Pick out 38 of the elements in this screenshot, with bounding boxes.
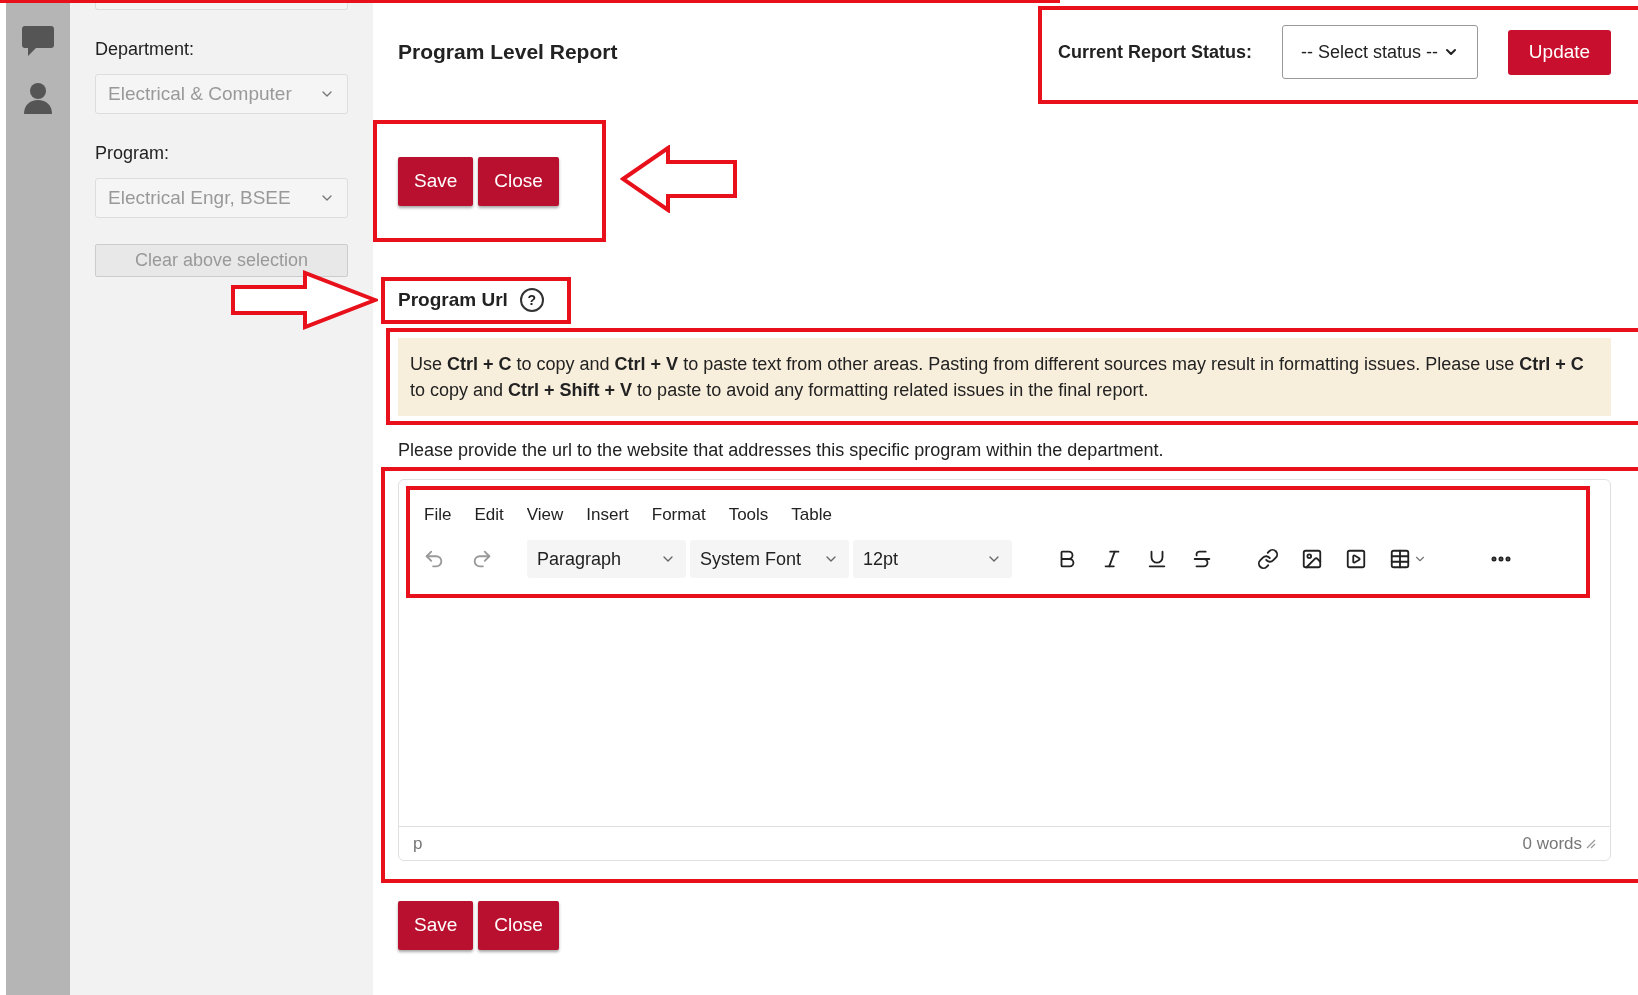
field-label: Department:	[95, 38, 196, 60]
notice-text: Use Ctrl + C to copy and Ctrl + V to paste text from other areas. Pasting from different sources may result in formatting issues. Please use Ctrl + C to copy and Ctrl + Shift + V to paste to avoid any formatting related issues in the final report.	[410, 353, 1585, 402]
page-title: Program Level Report	[398, 39, 618, 66]
update-button[interactable]: Update	[1508, 29, 1611, 75]
field-label: Program:	[95, 142, 171, 164]
video-icon[interactable]	[1345, 548, 1367, 570]
status-label: Current Report Status:	[1058, 40, 1252, 64]
font-size-select[interactable]: 12pt	[853, 540, 1012, 578]
menu-item[interactable]: Insert	[586, 502, 629, 528]
strikethrough-icon[interactable]	[1191, 548, 1213, 570]
menu-item[interactable]: Edit	[474, 502, 504, 528]
underline-icon[interactable]	[1146, 548, 1168, 570]
resize-handle-icon[interactable]	[1586, 838, 1596, 849]
font-select[interactable]: System Font	[690, 540, 849, 578]
menu-item[interactable]: Tools	[728, 502, 769, 528]
block-format-select[interactable]: Paragraph	[527, 540, 686, 578]
menu-item[interactable]: Format	[651, 502, 706, 528]
menu-item[interactable]: Table	[791, 502, 832, 528]
chat-bubble-icon[interactable]	[22, 26, 54, 56]
action-button[interactable]: Save	[398, 901, 474, 950]
table-dropdown[interactable]	[1389, 548, 1427, 570]
image-icon[interactable]	[1301, 548, 1323, 570]
link-icon[interactable]	[1257, 548, 1279, 570]
action-button[interactable]: Close	[478, 901, 559, 950]
redo-icon[interactable]	[471, 548, 493, 570]
word-count: 0 words	[1522, 832, 1582, 855]
undo-icon[interactable]	[423, 548, 445, 570]
menu-item[interactable]: View	[526, 502, 564, 528]
user-icon[interactable]	[24, 82, 52, 114]
table-icon	[1389, 548, 1411, 570]
element-path: p	[413, 832, 423, 855]
help-icon[interactable]: ?	[519, 288, 544, 312]
instruction-text: Please provide the url to the website that addresses this specific program within the department.	[398, 439, 1165, 461]
action-button[interactable]: Close	[478, 157, 559, 206]
status-select[interactable]: -- Select status --	[1282, 25, 1478, 79]
menu-item[interactable]: File	[424, 502, 452, 528]
action-button[interactable]: Save	[398, 157, 474, 206]
section-title: Program Url	[398, 287, 508, 312]
